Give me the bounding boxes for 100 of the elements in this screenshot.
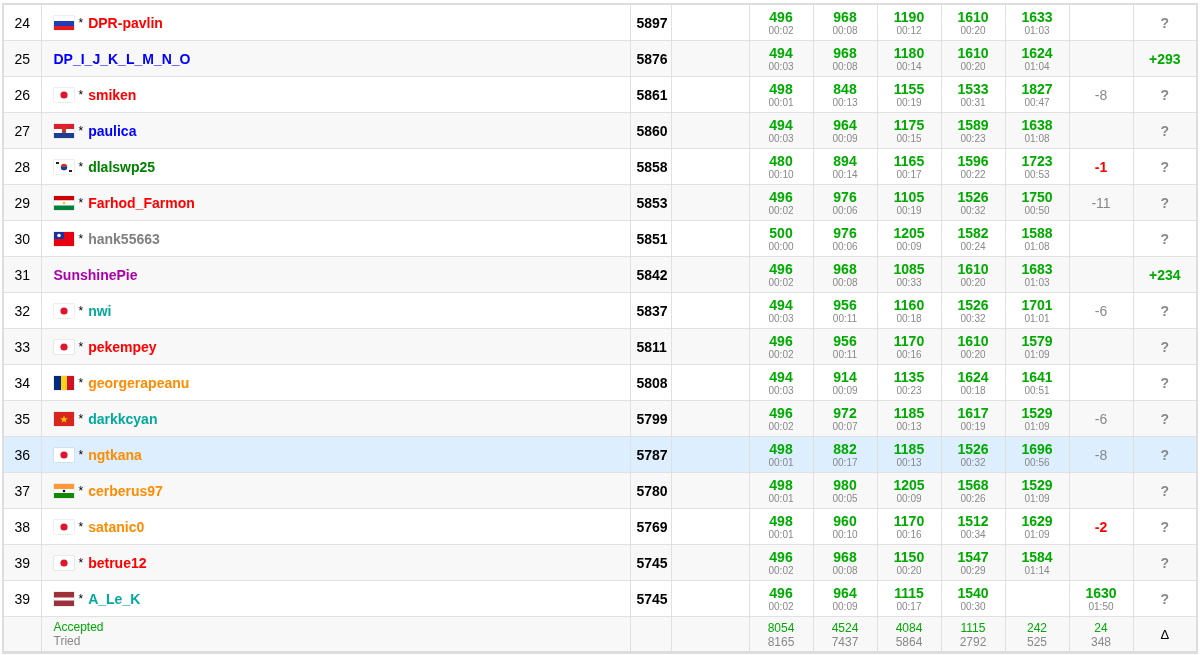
submission-time: 00:02	[768, 600, 794, 613]
contestant-link[interactable]: A_Le_K	[88, 590, 141, 607]
contestant-link[interactable]: georgerapeanu	[88, 374, 190, 391]
tried-count: 5864	[895, 635, 923, 649]
flag-icon	[53, 519, 74, 534]
contestant-link[interactable]: smiken	[88, 86, 137, 103]
problem-score: 968	[833, 8, 857, 25]
star-mark: *	[78, 411, 84, 426]
hacks-unknown: ?	[1160, 374, 1170, 391]
problem-score: 1579	[1021, 332, 1053, 349]
rank: 28	[14, 158, 31, 175]
problem-score: 1529	[1021, 476, 1053, 493]
problem-score: 496	[769, 260, 793, 277]
problem-score: 500	[769, 224, 793, 241]
submission-time: 01:14	[1024, 564, 1050, 577]
flag-icon	[53, 87, 74, 102]
submission-time: 00:23	[896, 384, 922, 397]
submission-time: 01:09	[1024, 528, 1050, 541]
contestant-link[interactable]: satanic0	[88, 518, 145, 535]
submission-time: 00:12	[896, 24, 922, 37]
problem-score: 1630	[1085, 584, 1117, 601]
submission-time: 00:51	[1024, 384, 1050, 397]
problem-score: 1638	[1021, 116, 1053, 133]
rank: 32	[14, 302, 31, 319]
rank: 35	[14, 410, 31, 427]
problem-score: 956	[833, 296, 857, 313]
problem-score: 494	[769, 368, 793, 385]
submission-time: 00:03	[768, 60, 794, 73]
contestant-link[interactable]: dlalswp25	[88, 158, 156, 175]
submission-time: 00:14	[832, 168, 858, 181]
submission-time: 00:08	[832, 60, 858, 73]
problem-score: 1185	[893, 404, 925, 421]
problem-score: 980	[833, 476, 857, 493]
submission-time: 00:02	[768, 564, 794, 577]
tried-count: 8165	[767, 635, 795, 649]
failed-attempts: -6	[1094, 302, 1108, 319]
submission-time: 00:56	[1024, 456, 1050, 469]
submission-time: 00:03	[768, 312, 794, 325]
total-points: 5811	[636, 338, 667, 355]
accepted-count: 4524	[831, 621, 859, 635]
contestant-link[interactable]: DPR-pavlin	[88, 14, 163, 31]
accepted-count: 242	[1027, 621, 1047, 635]
contestant-link[interactable]: darkkcyan	[88, 410, 158, 427]
submission-time: 00:16	[896, 528, 922, 541]
contestant-link[interactable]: DP_I_J_K_L_M_N_O	[53, 50, 191, 67]
problem-score: 882	[833, 440, 857, 457]
flag-icon	[53, 231, 74, 246]
contestant-link[interactable]: nwi	[88, 302, 112, 319]
contestant-link[interactable]: betrue12	[88, 554, 147, 571]
star-mark: *	[78, 303, 84, 318]
submission-time: 00:02	[768, 204, 794, 217]
submission-time: 00:53	[1024, 168, 1050, 181]
problem-score: 496	[769, 8, 793, 25]
problem-score: 1115	[894, 584, 924, 601]
submission-time: 00:18	[896, 312, 922, 325]
problem-score: 498	[769, 512, 793, 529]
flag-icon	[53, 123, 74, 138]
contestant-link[interactable]: ngtkana	[88, 446, 142, 463]
submission-time: 00:33	[896, 276, 922, 289]
failed-attempts: -6	[1094, 410, 1108, 427]
flag-icon	[53, 375, 74, 390]
rank: 38	[14, 518, 31, 535]
submission-time: 00:03	[768, 132, 794, 145]
submission-time: 01:50	[1088, 600, 1114, 613]
problem-score: 494	[769, 296, 793, 313]
submission-time: 00:18	[960, 384, 986, 397]
hacks-unknown: ?	[1160, 410, 1170, 427]
failed-attempts: -8	[1094, 446, 1108, 463]
submission-time: 00:23	[960, 132, 986, 145]
problem-score: 1624	[1021, 44, 1053, 61]
submission-time: 00:03	[768, 384, 794, 397]
problem-score: 964	[833, 584, 857, 601]
submission-time: 00:13	[896, 456, 922, 469]
rank: 33	[14, 338, 31, 355]
star-mark: *	[78, 483, 84, 498]
total-points: 5853	[636, 194, 668, 211]
contestant-link[interactable]: hank55663	[88, 230, 160, 247]
contestant-link[interactable]: pekempey	[88, 338, 157, 355]
submission-time: 00:32	[960, 456, 986, 469]
submission-time: 00:17	[896, 168, 922, 181]
problem-score: 1105	[893, 188, 925, 205]
submission-time: 00:07	[832, 420, 858, 433]
problem-score: 498	[769, 440, 793, 457]
submission-time: 00:08	[832, 564, 858, 577]
submission-time: 01:08	[1024, 132, 1050, 145]
total-points: 5799	[636, 410, 668, 427]
submission-time: 00:10	[768, 168, 794, 181]
problem-score: 1610	[957, 8, 989, 25]
submission-time: 00:01	[768, 456, 794, 469]
star-mark: *	[78, 15, 84, 30]
contestant-link[interactable]: SunshinePie	[53, 266, 138, 283]
contestant-link[interactable]: Farhod_Farmon	[88, 194, 195, 211]
problem-score: 496	[769, 404, 793, 421]
submission-time: 00:00	[768, 240, 794, 253]
submission-time: 00:20	[960, 276, 986, 289]
contestant-link[interactable]: paulica	[88, 122, 137, 139]
contestant-link[interactable]: cerberus97	[88, 482, 163, 499]
submission-time: 01:09	[1024, 420, 1050, 433]
submission-time: 00:01	[768, 96, 794, 109]
hacks-unknown: ?	[1160, 554, 1170, 571]
